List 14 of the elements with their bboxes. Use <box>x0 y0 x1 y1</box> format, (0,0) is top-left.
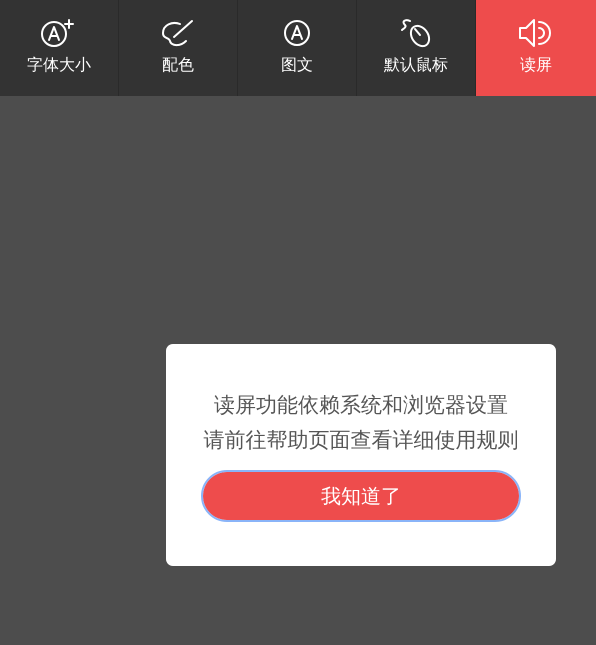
tab-label: 字体大小 <box>27 55 91 75</box>
tab-label: 默认鼠标 <box>384 55 448 75</box>
toolbar-tab[interactable]: 图文 <box>238 0 357 96</box>
confirm-button[interactable]: 我知道了 <box>203 472 519 520</box>
tab-label: 配色 <box>162 55 194 75</box>
dialog-message: 请前往帮助页面查看详细使用规则 <box>204 427 518 454</box>
toolbar-tab[interactable]: 配色 <box>119 0 238 96</box>
letter-circle-icon <box>281 17 313 49</box>
toolbar-tab[interactable]: 读屏 <box>476 0 596 96</box>
tab-label: 读屏 <box>520 55 552 75</box>
toolbar-tab[interactable]: 字体大小 <box>0 0 119 96</box>
dialog-message: 读屏功能依赖系统和浏览器设置 <box>214 392 508 419</box>
palette-icon <box>160 17 196 49</box>
tab-label: 图文 <box>281 55 313 75</box>
